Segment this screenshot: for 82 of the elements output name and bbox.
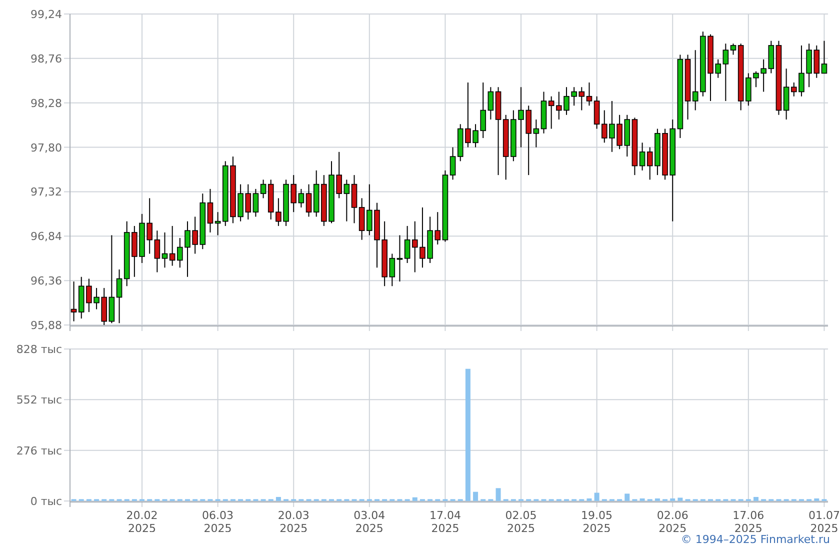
candlestick (746, 72, 752, 106)
candlestick (283, 179, 289, 226)
candlestick (290, 174, 296, 213)
candlestick (94, 287, 100, 310)
candlestick (374, 202, 380, 268)
volume-bar (586, 498, 592, 501)
candlestick (427, 216, 433, 264)
candlestick (700, 31, 706, 97)
candlestick (480, 82, 486, 139)
candlestick (366, 184, 372, 236)
candlestick (420, 206, 426, 268)
volume-bar (496, 488, 501, 501)
candlestick (760, 58, 766, 92)
candlestick (382, 220, 388, 287)
y-tick-label: 96,84 (30, 230, 62, 244)
candlestick (806, 43, 812, 88)
y-tick-label: 828 тыс (16, 343, 62, 356)
candlestick (556, 91, 562, 120)
candlestick (230, 156, 236, 224)
volume-bar (670, 498, 676, 501)
volume-bar (654, 498, 660, 501)
candlestick (510, 110, 516, 162)
volume-bar (624, 494, 630, 501)
x-tick-label: 17.04 2025 (429, 509, 461, 532)
volume-bar (678, 498, 683, 501)
candlestick (177, 238, 183, 268)
volume-bar (412, 497, 418, 501)
x-tick-label: 06.03 2025 (202, 509, 234, 532)
y-tick-label: 95,88 (30, 319, 62, 332)
y-tick-label: 98,28 (30, 96, 62, 110)
candlestick (412, 220, 418, 273)
volume-bar (594, 492, 600, 501)
candlestick (139, 213, 145, 264)
candlestick (238, 184, 244, 222)
candlestick (86, 278, 92, 313)
candlestick (571, 86, 577, 106)
candlestick (472, 124, 478, 148)
y-tick-label: 97,80 (30, 141, 62, 154)
candlestick (753, 70, 759, 88)
x-tick-label: 01.07 2025 (808, 509, 840, 532)
volume-bar (276, 496, 281, 501)
candlestick (184, 220, 190, 278)
x-tick-label: 03.04 2025 (354, 509, 386, 532)
y-tick-label: 96,36 (30, 274, 62, 288)
candlestick (654, 128, 660, 176)
x-tick-label: 17.06 2025 (732, 509, 764, 532)
y-tick-label: 552 тыс (16, 394, 62, 407)
y-tick-label: 98,76 (30, 52, 62, 66)
candlestick (146, 198, 152, 254)
candlestick (609, 100, 615, 152)
copyright-text: © 1994–2025 Finmarket.ru (680, 532, 830, 548)
candlestick (328, 160, 334, 224)
candlestick (192, 216, 198, 254)
candlestick (616, 114, 622, 150)
candlestick (715, 58, 721, 78)
volume-bar (754, 496, 758, 501)
y-tick-label: 99,24 (30, 8, 62, 21)
volume-bar (814, 498, 820, 501)
x-tick-label: 19.05 2025 (581, 509, 613, 532)
candlestick (662, 128, 668, 180)
candlestick (518, 86, 524, 148)
candlestick (465, 82, 471, 148)
x-tick-label: 20.03 2025 (278, 509, 310, 532)
candlestick (336, 151, 342, 199)
y-tick-label: 276 тыс (16, 444, 62, 458)
candlestick (798, 44, 804, 97)
candlestick (526, 105, 532, 176)
candlestick (564, 86, 570, 116)
candlestick (708, 34, 714, 102)
volume-bar (473, 492, 478, 501)
candlestick (602, 110, 608, 144)
y-tick-label: 97,32 (30, 186, 62, 199)
candlestick (101, 287, 107, 326)
x-tick-label: 20.02 2025 (126, 509, 158, 532)
y-tick-label: 0 тыс (30, 495, 62, 508)
volume-bar (640, 498, 645, 501)
candlestick (791, 82, 797, 97)
candlestick (321, 174, 327, 226)
candlestick (132, 225, 138, 278)
x-tick-label: 02.05 2025 (505, 509, 537, 532)
x-tick-label: 02.06 2025 (656, 509, 688, 532)
candlestick (276, 198, 282, 226)
